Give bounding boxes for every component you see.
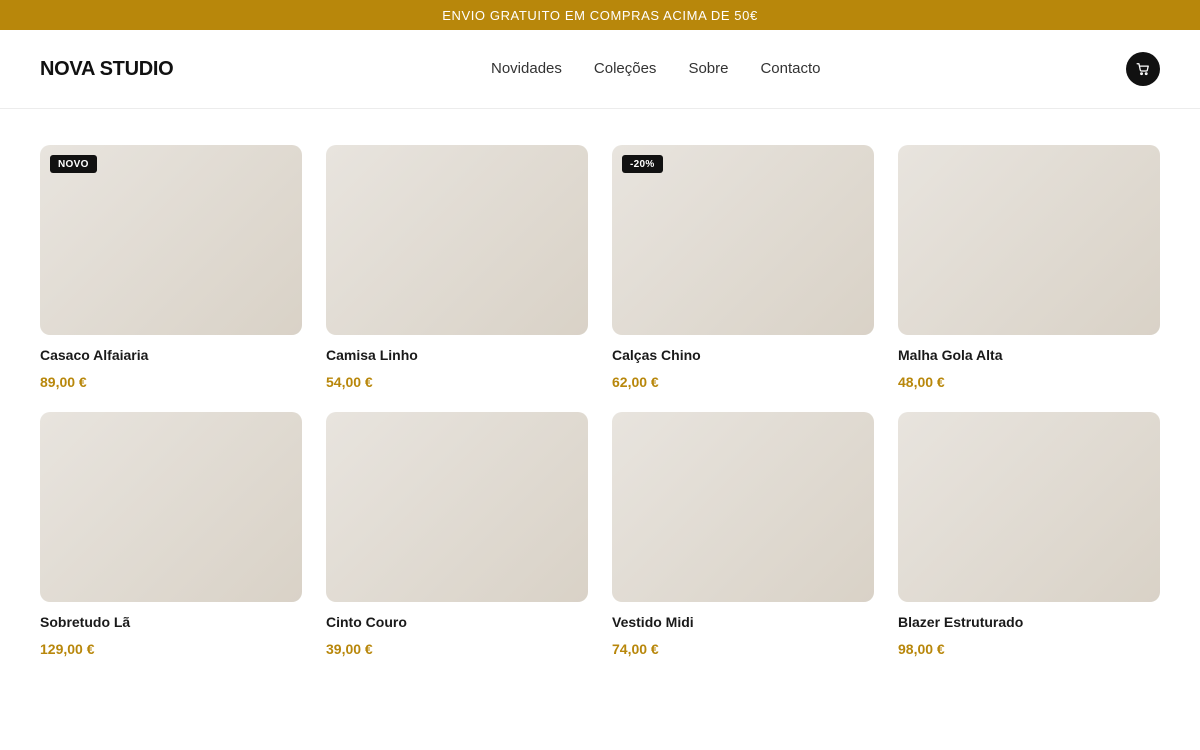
product-card[interactable]: Malha Gola Alta 48,00 €: [898, 145, 1160, 390]
product-card[interactable]: -20% Calças Chino 62,00 €: [612, 145, 874, 390]
product-image[interactable]: -20%: [612, 145, 874, 335]
promo-text: ENVIO GRATUITO EM COMPRAS ACIMA DE 50€: [442, 7, 758, 23]
product-price: 54,00 €: [326, 374, 373, 390]
product-card[interactable]: NOVO Casaco Alfaiaria 89,00 €: [40, 145, 302, 390]
product-name[interactable]: Blazer Estruturado: [898, 614, 1160, 630]
product-image[interactable]: [898, 412, 1160, 602]
product-price: 129,00 €: [40, 641, 95, 657]
product-name[interactable]: Camisa Linho: [326, 347, 588, 363]
product-price: 98,00 €: [898, 641, 945, 657]
product-image[interactable]: [612, 412, 874, 602]
main-nav: Novidades Coleções Sobre Contacto: [491, 60, 821, 77]
product-image[interactable]: [898, 145, 1160, 335]
product-card[interactable]: Blazer Estruturado 98,00 €: [898, 412, 1160, 657]
nav-link-contacto[interactable]: Contacto: [760, 60, 820, 77]
cart-icon: [1136, 63, 1149, 76]
nav-link-novidades[interactable]: Novidades: [491, 60, 562, 77]
product-image[interactable]: NOVO: [40, 145, 302, 335]
promo-banner: ENVIO GRATUITO EM COMPRAS ACIMA DE 50€: [0, 0, 1200, 30]
product-image[interactable]: [326, 145, 588, 335]
product-image[interactable]: [40, 412, 302, 602]
product-name[interactable]: Calças Chino: [612, 347, 874, 363]
product-card[interactable]: Sobretudo Lã 129,00 €: [40, 412, 302, 657]
product-name[interactable]: Cinto Couro: [326, 614, 588, 630]
product-price: 89,00 €: [40, 374, 87, 390]
product-image[interactable]: [326, 412, 588, 602]
product-price: 48,00 €: [898, 374, 945, 390]
site-header: NOVA STUDIO Novidades Coleções Sobre Con…: [0, 30, 1200, 109]
product-name[interactable]: Malha Gola Alta: [898, 347, 1160, 363]
product-price: 74,00 €: [612, 641, 659, 657]
product-price: 39,00 €: [326, 641, 373, 657]
product-name[interactable]: Sobretudo Lã: [40, 614, 302, 630]
product-price: 62,00 €: [612, 374, 659, 390]
product-card[interactable]: Camisa Linho 54,00 €: [326, 145, 588, 390]
product-name[interactable]: Vestido Midi: [612, 614, 874, 630]
product-name[interactable]: Casaco Alfaiaria: [40, 347, 302, 363]
product-card[interactable]: Cinto Couro 39,00 €: [326, 412, 588, 657]
nav-link-sobre[interactable]: Sobre: [688, 60, 728, 77]
badge-discount: -20%: [622, 155, 663, 173]
badge-new: NOVO: [50, 155, 97, 173]
cart-button[interactable]: [1126, 52, 1160, 86]
store-logo[interactable]: NOVA STUDIO: [40, 58, 174, 81]
product-grid: NOVO Casaco Alfaiaria 89,00 € Camisa Lin…: [40, 145, 1160, 657]
nav-link-colecoes[interactable]: Coleções: [594, 60, 657, 77]
product-card[interactable]: Vestido Midi 74,00 €: [612, 412, 874, 657]
